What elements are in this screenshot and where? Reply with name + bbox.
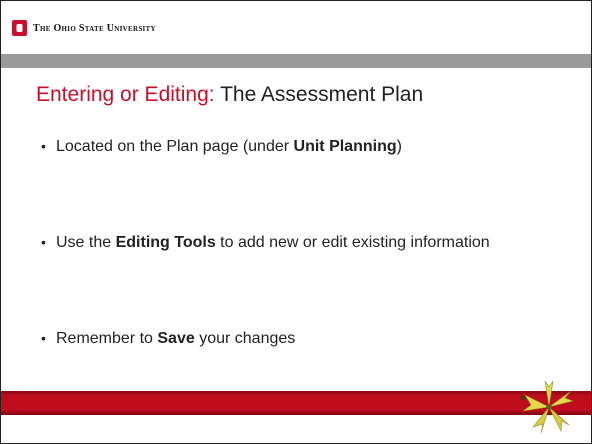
- bullet-bold-text: Unit Planning: [293, 138, 397, 155]
- bullet-item: • Located on the Plan page (under Unit P…: [41, 134, 546, 159]
- bullet-bold-text: Save: [157, 330, 195, 347]
- bullet-item: • Remember to Save your changes: [41, 326, 546, 351]
- footer-red-band: [1, 391, 591, 415]
- bullet-item: • Use the Editing Tools to add new or ed…: [41, 230, 546, 255]
- footer-band-shade-top: [1, 391, 591, 396]
- footer-band-shade-bottom: [1, 410, 591, 415]
- header-divider-band: [1, 54, 591, 68]
- bullet-dot: •: [41, 330, 46, 346]
- bullet-text: Use the: [56, 234, 116, 251]
- bullet-text: to add new or edit existing information: [215, 234, 490, 251]
- bullet-text: ): [396, 138, 402, 155]
- bullet-text: Remember to: [56, 330, 158, 347]
- buckeye-leaf-icon: [520, 380, 575, 434]
- slide-title-accent: Entering or Editing:: [36, 83, 215, 106]
- slide: The Ohio State University Entering or Ed…: [0, 0, 592, 444]
- slide-title-main: The Assessment Plan: [214, 83, 424, 106]
- slide-title: Entering or Editing: The Assessment Plan: [36, 83, 423, 107]
- university-name: The Ohio State University: [33, 23, 156, 34]
- slide-header: The Ohio State University: [1, 1, 591, 53]
- block-o-logo-icon: [12, 20, 27, 36]
- bullet-text: your changes: [194, 330, 296, 347]
- bullet-dot: •: [41, 234, 46, 250]
- bullet-text: Located on the Plan page (under: [56, 138, 294, 155]
- bullet-bold-text: Editing Tools: [115, 234, 216, 251]
- bullet-dot: •: [41, 138, 46, 154]
